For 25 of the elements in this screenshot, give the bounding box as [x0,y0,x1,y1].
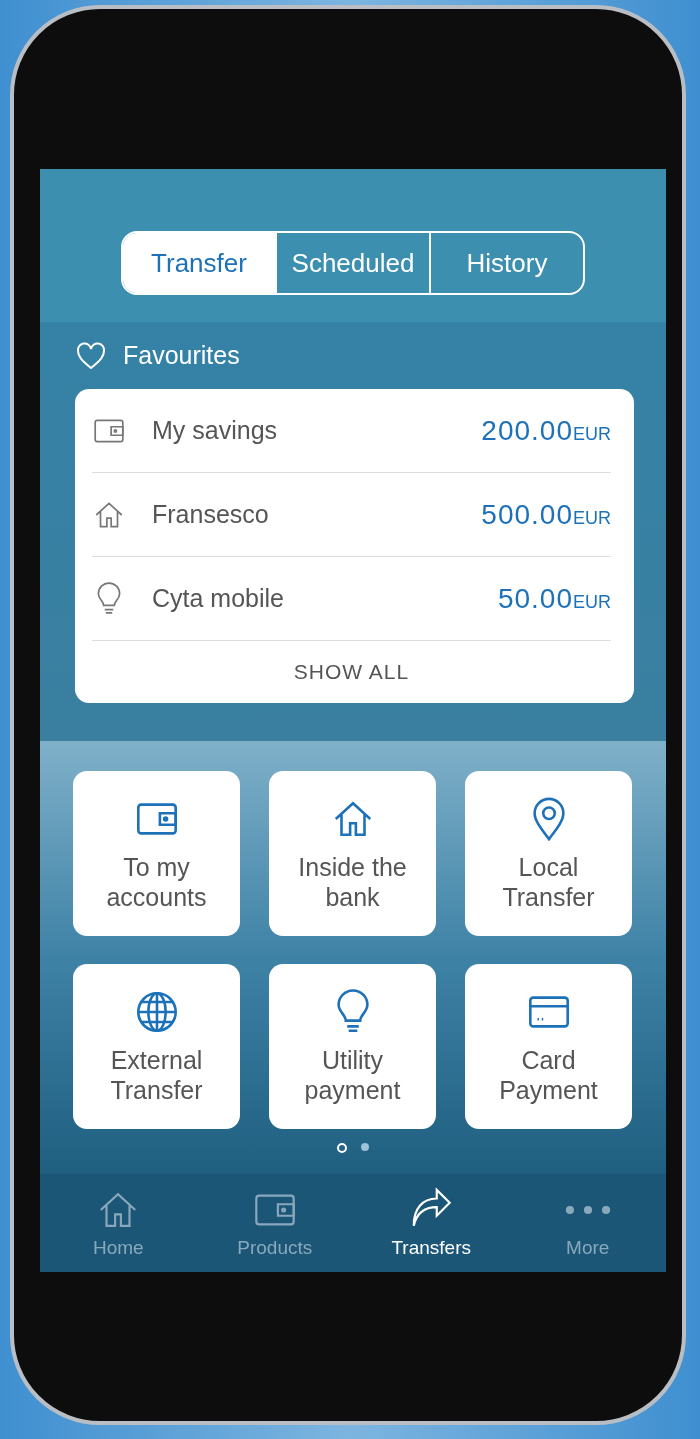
favourite-row[interactable]: My savings 200.00EUR [92,389,611,473]
tab[interactable]: Scheduled [275,233,429,293]
amount: 50.00EUR [497,582,611,615]
nav-item[interactable]: Transfers [353,1174,510,1272]
show-all-button[interactable]: SHOW ALL [92,641,611,703]
action-tile[interactable]: Card Payment [465,964,632,1129]
more-dots-icon [564,1205,611,1215]
section-title: Favourites [123,341,240,370]
page-dot[interactable] [361,1143,369,1151]
favourite-row[interactable]: Cyta mobile 50.00EUR [92,557,611,641]
amount: 200.00EUR [481,414,611,447]
page-dot[interactable] [337,1143,347,1153]
payee-name: My savings [152,416,279,445]
action-tile[interactable]: To my accounts [73,771,240,936]
action-tile[interactable]: External Transfer [73,964,240,1129]
tab[interactable]: History [429,233,583,293]
payee-name: Cyta mobile [152,584,285,613]
tab[interactable]: Transfer [123,233,275,293]
amount: 500.00EUR [481,498,611,531]
action-tile[interactable]: Utility payment [269,964,436,1129]
payee-name: Fransesco [152,500,270,529]
action-tile[interactable]: Local Transfer [465,771,632,936]
heart-icon [75,339,107,372]
favourite-row[interactable]: Fransesco 500.00EUR [92,473,611,557]
action-tile[interactable]: Inside the bank [269,771,436,936]
